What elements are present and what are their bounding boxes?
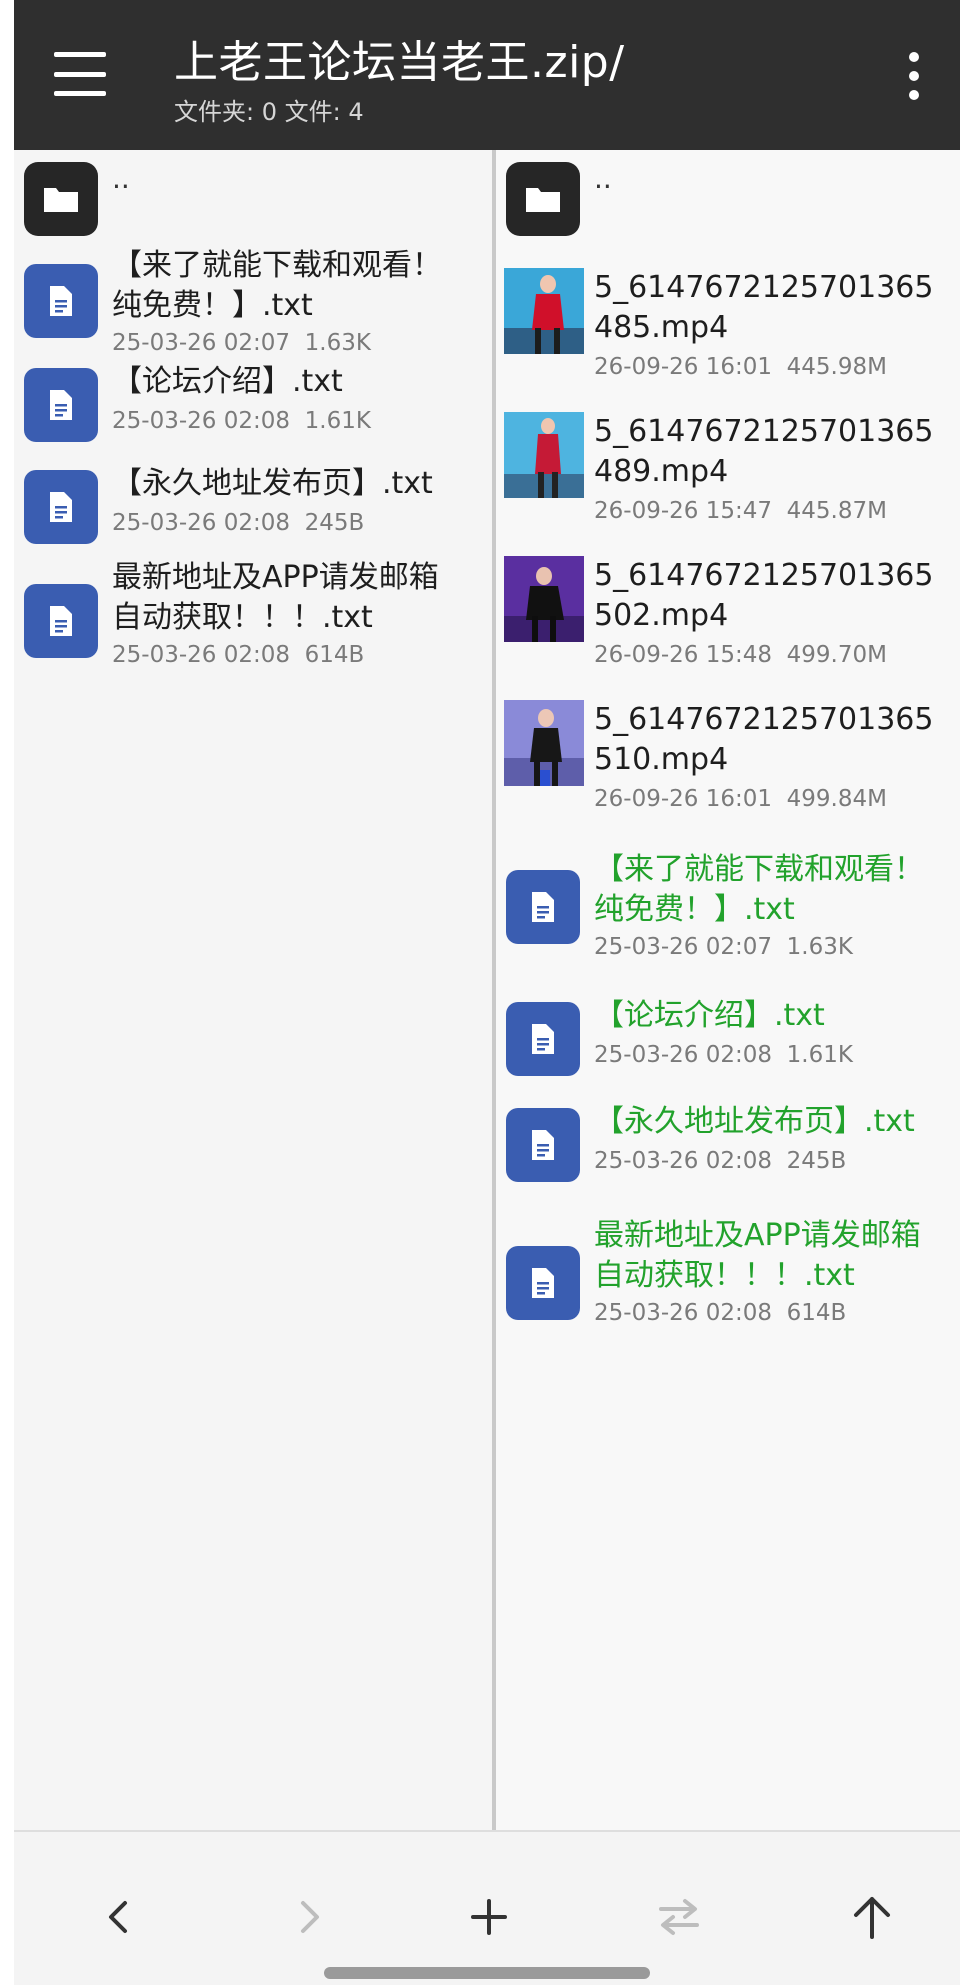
list-item[interactable]: 【来了就能下载和观看！ 纯免费！】.txt 25-03-26 02:07 1.63… (496, 850, 960, 970)
file-meta: 25-03-26 02:07 1.63K (112, 330, 371, 356)
file-meta: 26-09-26 16:01 445.98M (594, 354, 887, 380)
file-name: 【永久地址发布页】.txt (594, 1104, 915, 1139)
swap-icon[interactable] (649, 1887, 709, 1947)
file-meta: 25-03-26 02:08 614B (594, 1300, 847, 1326)
video-item[interactable]: 5_6147672125701365 510.mp4 26-09-26 16:01… (496, 700, 960, 812)
home-gesture-bar[interactable] (324, 1967, 650, 1979)
document-icon (506, 870, 580, 944)
list-item[interactable]: 【永久地址发布页】.txt 25-03-26 02:08 245B (496, 1102, 960, 1182)
file-name: 【来了就能下载和观看！ 纯免费！】.txt (594, 852, 924, 927)
video-thumbnail (504, 556, 584, 642)
parent-folder-label: .. (594, 162, 612, 195)
parent-folder-label: .. (112, 162, 130, 195)
forward-icon[interactable] (279, 1887, 339, 1947)
list-item[interactable]: 最新地址及APP请发邮箱 自动获取！！！.txt 25-03-26 02:08 6… (496, 1216, 960, 1336)
document-icon (24, 264, 98, 338)
file-name: 5_6147672125701365 502.mp4 (594, 558, 934, 633)
bottom-toolbar (14, 1830, 960, 1985)
video-thumbnail (504, 268, 584, 354)
app-frame: 上老王论坛当老王.zip/ 文件夹: 0 文件: 4 .. 【来了就能下载和观看… (14, 0, 960, 1985)
more-options-icon[interactable] (908, 52, 920, 100)
file-meta: 26-09-26 16:01 499.84M (594, 786, 887, 812)
video-thumbnail (504, 700, 584, 786)
list-item[interactable]: 【论坛介绍】.txt 25-03-26 02:08 1.61K (496, 996, 960, 1076)
document-icon (506, 1002, 580, 1076)
list-item[interactable]: 【论坛介绍】.txt 25-03-26 02:08 1.61K (14, 358, 492, 442)
file-name: 5_6147672125701365 489.mp4 (594, 414, 934, 489)
folder-file-count: 文件夹: 0 文件: 4 (174, 98, 364, 126)
file-name: 最新地址及APP请发邮箱 自动获取！！！.txt (112, 560, 439, 635)
document-icon (24, 584, 98, 658)
file-name: 5_6147672125701365 510.mp4 (594, 702, 934, 777)
document-icon (24, 470, 98, 544)
file-name: 【论坛介绍】.txt (594, 998, 825, 1033)
list-item[interactable]: 最新地址及APP请发邮箱 自动获取！！！.txt 25-03-26 02:08 6… (14, 554, 492, 674)
video-item[interactable]: 5_6147672125701365 502.mp4 26-09-26 15:48… (496, 556, 960, 668)
file-meta: 25-03-26 02:07 1.63K (594, 934, 853, 960)
add-icon[interactable] (459, 1887, 519, 1947)
file-name: 【论坛介绍】.txt (112, 364, 343, 399)
document-icon (506, 1246, 580, 1320)
file-meta: 25-03-26 02:08 1.61K (594, 1042, 853, 1068)
file-name: 最新地址及APP请发邮箱 自动获取！！！.txt (594, 1218, 921, 1293)
list-item[interactable]: 【来了就能下载和观看！ 纯免费！】.txt 25-03-26 02:07 1.63… (14, 242, 492, 356)
folder-icon (506, 162, 580, 236)
folder-icon (24, 162, 98, 236)
menu-icon[interactable] (54, 52, 106, 96)
file-meta: 25-03-26 02:08 245B (112, 510, 365, 536)
list-item[interactable]: 【永久地址发布页】.txt 25-03-26 02:08 245B (14, 464, 492, 544)
back-icon[interactable] (89, 1887, 149, 1947)
file-name: 【来了就能下载和观看！ 纯免费！】.txt (112, 248, 442, 323)
file-name: 5_6147672125701365 485.mp4 (594, 270, 934, 345)
video-thumbnail (504, 412, 584, 498)
document-icon (24, 368, 98, 442)
parent-folder-row[interactable]: .. (14, 150, 492, 240)
file-meta: 25-03-26 02:08 614B (112, 642, 365, 668)
page-title: 上老王论坛当老王.zip/ (174, 37, 625, 88)
video-item[interactable]: 5_6147672125701365 489.mp4 26-09-26 15:47… (496, 412, 960, 524)
right-pane: .. 5_6147672125701365 485.mp4 26-09-26 16… (496, 150, 960, 1830)
document-icon (506, 1108, 580, 1182)
file-meta: 26-09-26 15:47 445.87M (594, 498, 887, 524)
app-bar: 上老王论坛当老王.zip/ 文件夹: 0 文件: 4 (14, 0, 960, 150)
video-item[interactable]: 5_6147672125701365 485.mp4 26-09-26 16:01… (496, 268, 960, 380)
parent-folder-row[interactable]: .. (496, 150, 960, 240)
file-name: 【永久地址发布页】.txt (112, 466, 433, 501)
file-meta: 25-03-26 02:08 245B (594, 1148, 847, 1174)
left-pane: .. 【来了就能下载和观看！ 纯免费！】.txt 25-03-26 02:07 1… (14, 150, 492, 1830)
file-meta: 25-03-26 02:08 1.61K (112, 408, 371, 434)
file-meta: 26-09-26 15:48 499.70M (594, 642, 887, 668)
up-icon[interactable] (842, 1887, 902, 1947)
